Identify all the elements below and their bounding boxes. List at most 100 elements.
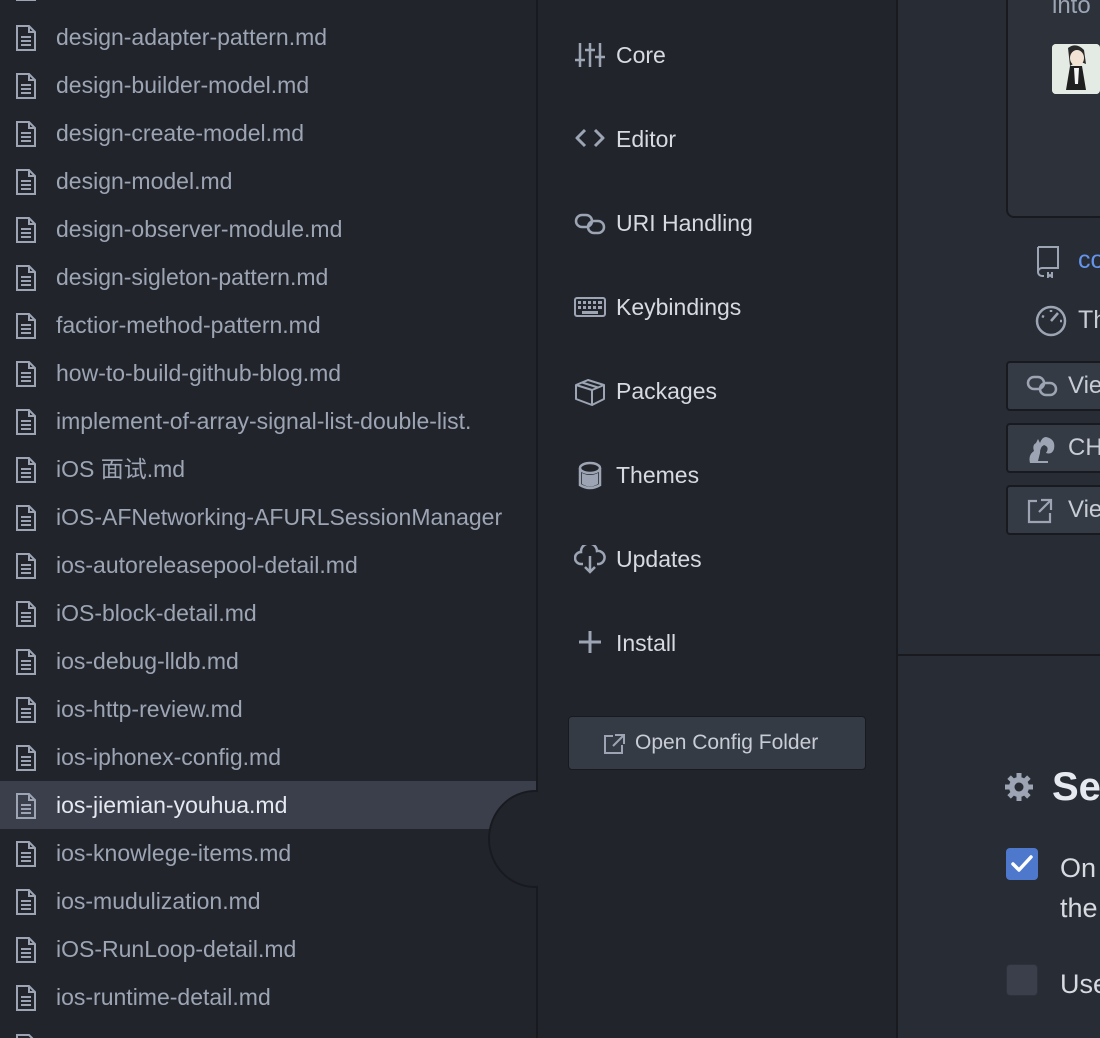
file-text-icon: [14, 121, 38, 147]
file-name: factior-method-pattern.md: [56, 312, 321, 338]
menu-item-label: Core: [616, 42, 666, 68]
open-config-folder-label: Open Config Folder: [635, 731, 819, 754]
menu-item-keybindings[interactable]: Keybindings: [538, 265, 896, 349]
changelog-button[interactable]: CH: [1006, 423, 1100, 473]
menu-item-updates[interactable]: Updates: [538, 517, 896, 601]
file-text-icon: [14, 25, 38, 51]
link-icon: [574, 213, 606, 235]
card-text: into: [1052, 0, 1091, 19]
view-on-site-button[interactable]: Vie: [1006, 361, 1100, 411]
file-text-icon: [14, 457, 38, 483]
file-name: how-to-build-github-blog.md: [56, 360, 342, 386]
tree-item-file[interactable]: ios-http-review.md: [0, 685, 536, 733]
setting-checkbox-1[interactable]: [1006, 848, 1038, 880]
tree-item-file[interactable]: design-adapter-pattern.md: [0, 13, 536, 61]
keyboard-icon: [574, 297, 606, 317]
tree-item-file[interactable]: design-model.md: [0, 157, 536, 205]
tree-item-partial-bottom[interactable]: [14, 1030, 38, 1038]
file-text-icon: [14, 505, 38, 531]
file-name: iOS 面试.md: [56, 456, 186, 482]
dashboard-icon: [1035, 305, 1067, 337]
tree-item-file[interactable]: ios-autoreleasepool-detail.md: [0, 541, 536, 589]
tree-item-file[interactable]: ios-iphonex-config.md: [0, 733, 536, 781]
button-label: Vie: [1068, 372, 1100, 399]
tree-item-file[interactable]: design-create-model.md: [0, 109, 536, 157]
tree-item-file[interactable]: ios-knowlege-items.md: [0, 829, 536, 877]
setting-label-1-line2: the: [1060, 893, 1098, 923]
package-readme-card: [1006, 0, 1100, 218]
setting-label-2: Use: [1060, 969, 1100, 999]
file-text-icon: [14, 745, 38, 771]
tree-item-file[interactable]: design-observer-module.md: [0, 205, 536, 253]
file-text-icon: [14, 361, 38, 387]
tree-item-file[interactable]: how-to-build-github-blog.md: [0, 349, 536, 397]
tree-item-file[interactable]: iOS-RunLoop-detail.md: [0, 925, 536, 973]
button-label: Viev: [1068, 496, 1100, 523]
tree-item-file[interactable]: implement-of-array-signal-list-double-li…: [0, 397, 536, 445]
menu-item-label: Updates: [616, 546, 702, 572]
sliders-icon: [575, 43, 605, 67]
file-name: iOS-AFNetworking-AFURLSessionManager: [56, 504, 503, 530]
cloud-download-icon: [574, 545, 606, 574]
link-icon: [1026, 375, 1058, 397]
setting-checkbox-2[interactable]: [1006, 964, 1038, 996]
tree-item-file[interactable]: ios-debug-lldb.md: [0, 637, 536, 685]
tree-item-file[interactable]: ios-runtime-detail.md: [0, 973, 536, 1021]
menu-item-label: Install: [616, 630, 677, 656]
open-config-folder-button[interactable]: Open Config Folder: [568, 716, 866, 770]
file-name: ios-iphonex-config.md: [56, 744, 282, 770]
menu-item-uri-handling[interactable]: URI Handling: [538, 181, 896, 265]
file-name: ios-http-review.md: [56, 696, 243, 722]
plus-icon: [579, 631, 601, 653]
tree-item-file[interactable]: iOS 面试.md: [0, 445, 536, 493]
file-tree: design-adapter-pattern.md design-builder-…: [0, 0, 536, 1038]
file-text-icon: [14, 793, 38, 819]
avatar[interactable]: [1052, 44, 1100, 94]
tree-item-file[interactable]: ios-jiemian-youhua.md: [0, 781, 536, 829]
file-text-icon: [14, 601, 38, 627]
menu-item-label: URI Handling: [616, 210, 753, 236]
setting-label-1-line1: On: [1060, 853, 1097, 883]
file-name: iOS-block-detail.md: [56, 600, 257, 626]
tree-item-file[interactable]: design-builder-model.md: [0, 61, 536, 109]
file-text-icon: [14, 937, 38, 963]
file-text-icon: [14, 985, 38, 1011]
info-text: Th: [1078, 306, 1100, 334]
menu-item-editor[interactable]: Editor: [538, 97, 896, 181]
file-name: design-model.md: [56, 168, 233, 194]
checkmark-icon: [1011, 855, 1033, 872]
repo-link[interactable]: co: [1078, 240, 1100, 280]
menu-item-label: Keybindings: [616, 294, 742, 320]
squirrel-icon: [1029, 437, 1055, 463]
tree-item-file[interactable]: ios-mudulization.md: [0, 877, 536, 925]
file-name: design-adapter-pattern.md: [56, 24, 328, 50]
file-text-icon: [14, 553, 38, 579]
file-text-icon: [14, 841, 38, 867]
menu-item-label: Editor: [616, 126, 677, 152]
menu-item-core[interactable]: Core: [538, 13, 896, 97]
menu-item-label: Packages: [616, 378, 718, 404]
paintcan-icon: [578, 461, 602, 490]
link-external-icon: [604, 734, 625, 754]
file-name: design-create-model.md: [56, 120, 305, 146]
file-text-icon: [14, 409, 38, 435]
tree-item-file[interactable]: iOS-block-detail.md: [0, 589, 536, 637]
menu-item-label: Themes: [616, 462, 700, 488]
menu-item-install[interactable]: Install: [538, 601, 896, 685]
tree-item-file[interactable]: design-sigleton-pattern.md: [0, 253, 536, 301]
code-icon: [575, 128, 605, 148]
file-name: design-observer-module.md: [56, 216, 343, 242]
file-name: ios-autoreleasepool-detail.md: [56, 552, 358, 578]
panel-separator: [898, 654, 1100, 656]
menu-item-packages[interactable]: Packages: [538, 349, 896, 433]
menu-item-themes[interactable]: Themes: [538, 433, 896, 517]
file-name: ios-runtime-detail.md: [56, 984, 271, 1010]
file-name: ios-debug-lldb.md: [56, 648, 239, 674]
file-text-icon: [14, 889, 38, 915]
file-text-icon: [14, 169, 38, 195]
tree-item-partial-top[interactable]: [14, 0, 38, 6]
tree-item-file[interactable]: factior-method-pattern.md: [0, 301, 536, 349]
view-code-button[interactable]: Viev: [1006, 485, 1100, 535]
tree-item-file[interactable]: iOS-AFNetworking-AFURLSessionManager: [0, 493, 536, 541]
section-title: Se: [1052, 765, 1100, 809]
